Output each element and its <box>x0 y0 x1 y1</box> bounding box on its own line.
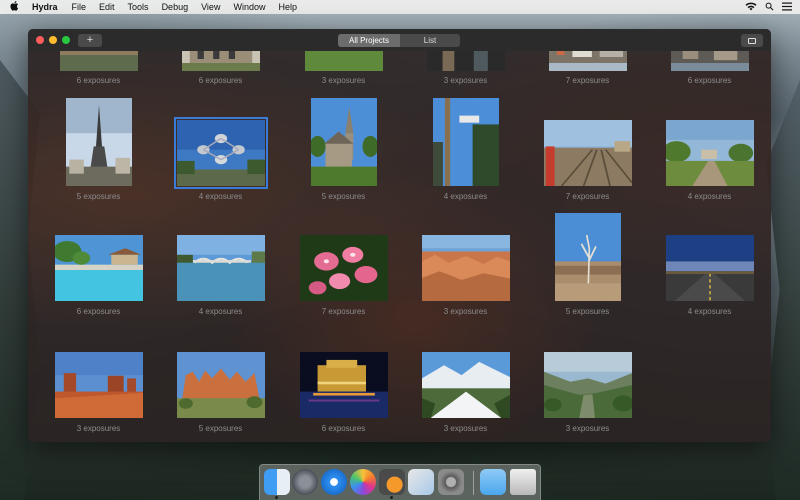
hydra-main-window: + All Projects List 6 exposures 6 exposur… <box>28 29 771 442</box>
exposure-count-label: 6 exposures <box>687 76 732 85</box>
exposure-count-label: 6 exposures <box>321 424 366 433</box>
spotlight-search-icon[interactable] <box>765 2 774 13</box>
project-thumbnail[interactable] <box>554 213 621 301</box>
exposure-count-label: 4 exposures <box>198 307 243 316</box>
apple-icon[interactable] <box>10 0 26 14</box>
trash-icon[interactable] <box>510 469 536 495</box>
exposure-count-label: 7 exposures <box>321 307 366 316</box>
safari-icon[interactable] <box>321 469 347 495</box>
project-thumbnail[interactable] <box>173 117 268 189</box>
exposure-count-label: 6 exposures <box>76 76 121 85</box>
menu-edit[interactable]: Edit <box>99 2 115 12</box>
toggle-sidebar-button[interactable] <box>741 34 763 47</box>
project-thumbnail[interactable] <box>421 235 510 301</box>
menu-window[interactable]: Window <box>233 2 265 12</box>
tab-all-projects[interactable]: All Projects <box>338 34 400 47</box>
finder-icon[interactable] <box>264 469 290 495</box>
exposure-count-label: 5 exposures <box>565 307 610 316</box>
exposure-count-label: 6 exposures <box>198 76 243 85</box>
project-thumbnail[interactable] <box>54 235 143 301</box>
project-thumbnail[interactable] <box>543 352 632 418</box>
exposure-count-label: 4 exposures <box>687 307 732 316</box>
project-thumbnail[interactable] <box>54 352 143 418</box>
exposure-count-label: 6 exposures <box>76 307 121 316</box>
window-toolbar: + All Projects List <box>28 29 771 51</box>
exposure-count-label: 4 exposures <box>443 192 488 201</box>
zoom-window-button[interactable] <box>62 36 70 44</box>
project-thumbnail[interactable] <box>310 98 377 186</box>
minimize-window-button[interactable] <box>49 36 57 44</box>
wallpaper-mountain-right <box>766 80 800 500</box>
dock <box>259 464 541 500</box>
project-grid: 6 exposures 6 exposures 3 exposures 3 expos… <box>28 31 771 442</box>
notification-center-icon[interactable] <box>782 2 792 13</box>
project-thumbnail[interactable] <box>176 352 265 418</box>
menu-file[interactable]: File <box>72 2 87 12</box>
preview-icon[interactable] <box>408 469 434 495</box>
running-indicator <box>275 496 278 499</box>
downloads-folder-icon[interactable] <box>480 469 506 495</box>
menu-debug[interactable]: Debug <box>162 2 189 12</box>
view-mode-segmented-control: All Projects List <box>338 34 460 47</box>
exposure-count-label: 5 exposures <box>321 192 366 201</box>
close-window-button[interactable] <box>36 36 44 44</box>
wifi-icon[interactable] <box>745 2 757 13</box>
exposure-count-label: 3 exposures <box>321 76 366 85</box>
exposure-count-label: 4 exposures <box>198 192 243 201</box>
project-thumbnail[interactable] <box>65 98 132 186</box>
menu-tools[interactable]: Tools <box>128 2 149 12</box>
exposure-count-label: 3 exposures <box>443 76 488 85</box>
exposure-count-label: 4 exposures <box>687 192 732 201</box>
menu-app-name[interactable]: Hydra <box>32 2 58 12</box>
project-thumbnail[interactable] <box>299 235 388 301</box>
project-thumbnail[interactable] <box>665 235 754 301</box>
photos-icon[interactable] <box>350 469 376 495</box>
hydra-icon[interactable] <box>379 469 405 495</box>
running-indicator <box>390 496 393 499</box>
sidebar-icon <box>748 37 756 44</box>
project-thumbnail[interactable] <box>176 235 265 301</box>
exposure-count-label: 3 exposures <box>443 424 488 433</box>
exposure-count-label: 3 exposures <box>565 424 610 433</box>
project-thumbnail[interactable] <box>299 352 388 418</box>
menu-bar: Hydra File Edit Tools Debug View Window … <box>0 0 800 14</box>
add-project-button[interactable]: + <box>78 34 102 47</box>
tab-list[interactable]: List <box>400 34 460 47</box>
exposure-count-label: 7 exposures <box>565 192 610 201</box>
exposure-count-label: 5 exposures <box>198 424 243 433</box>
exposure-count-label: 5 exposures <box>76 192 121 201</box>
menu-view[interactable]: View <box>201 2 220 12</box>
menu-help[interactable]: Help <box>278 2 297 12</box>
exposure-count-label: 3 exposures <box>76 424 121 433</box>
dock-separator <box>473 471 474 495</box>
project-thumbnail[interactable] <box>432 98 499 186</box>
exposure-count-label: 7 exposures <box>565 76 610 85</box>
project-thumbnail[interactable] <box>665 120 754 186</box>
system-preferences-icon[interactable] <box>438 469 464 495</box>
exposure-count-label: 3 exposures <box>443 307 488 316</box>
project-thumbnail[interactable] <box>421 352 510 418</box>
project-thumbnail[interactable] <box>543 120 632 186</box>
launchpad-icon[interactable] <box>292 469 318 495</box>
